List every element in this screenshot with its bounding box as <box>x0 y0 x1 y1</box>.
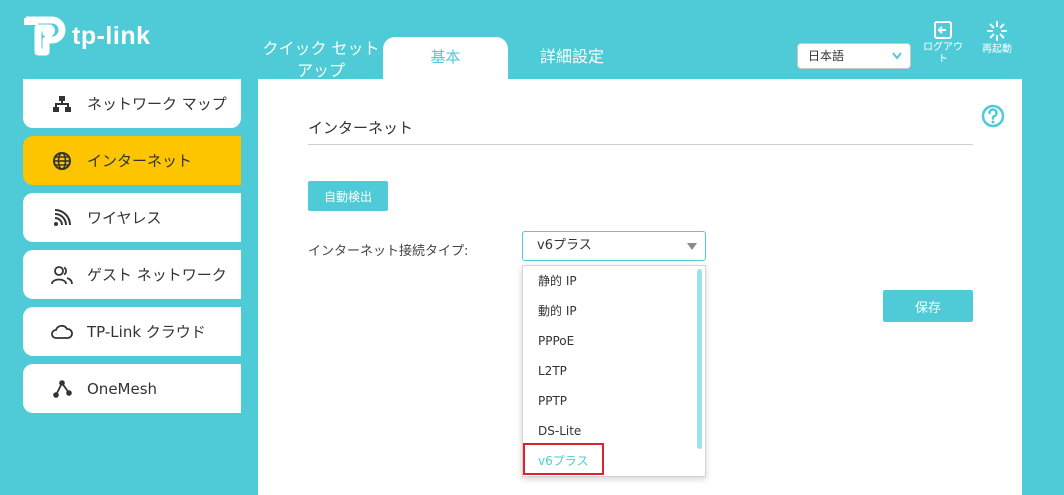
logout-label: ログアウ ト <box>923 42 963 65</box>
logout-button[interactable]: ログアウ ト <box>921 20 965 66</box>
sidebar-item-label: ネットワーク マップ <box>87 95 227 113</box>
dropdown-option-dynamic-ip[interactable]: 動的 IP <box>523 296 705 326</box>
connection-type-label: インターネット接続タイプ: <box>308 244 469 259</box>
sidebar-item-label: TP-Link クラウド <box>87 323 206 341</box>
save-button[interactable]: 保存 <box>883 290 973 322</box>
sidebar: ネットワーク マップ インターネット ワイヤレス ゲスト ネットワーク TP-L… <box>23 79 241 421</box>
tp-link-logo-icon <box>24 16 66 56</box>
sidebar-item-label: ゲスト ネットワーク <box>87 266 227 284</box>
language-select[interactable]: 日本語 <box>797 43 911 69</box>
language-value: 日本語 <box>808 49 845 63</box>
brand-name: tp-link <box>72 21 151 50</box>
page-title: インターネット <box>308 119 414 137</box>
connection-type-value: v6プラス <box>537 238 592 253</box>
wireless-icon <box>51 207 73 229</box>
sidebar-item-label: インターネット <box>87 152 193 170</box>
dropdown-option-static-ip[interactable]: 静的 IP <box>523 266 705 296</box>
sidebar-item-label: OneMesh <box>87 379 158 398</box>
tab-quick-setup[interactable]: クイック セット アップ <box>258 38 384 82</box>
sidebar-item-network-map[interactable]: ネットワーク マップ <box>23 79 241 128</box>
help-icon[interactable] <box>981 104 1005 132</box>
reboot-button[interactable]: 再起動 <box>975 20 1019 56</box>
network-map-icon <box>51 93 73 115</box>
sidebar-item-tp-link-cloud[interactable]: TP-Link クラウド <box>23 307 241 356</box>
dropdown-option-l2tp[interactable]: L2TP <box>523 356 705 386</box>
dropdown-scrollbar[interactable] <box>697 269 702 449</box>
globe-icon <box>51 150 73 172</box>
reboot-icon <box>987 21 1007 41</box>
title-divider <box>308 144 973 145</box>
reboot-label: 再起動 <box>982 44 1012 55</box>
sidebar-item-onemesh[interactable]: OneMesh <box>23 364 241 413</box>
cloud-icon <box>51 321 73 343</box>
mesh-icon <box>51 378 73 400</box>
tab-advanced[interactable]: 詳細設定 <box>508 46 636 68</box>
highlight-annotation <box>523 443 604 475</box>
logout-icon <box>934 21 952 39</box>
connection-type-select[interactable]: v6プラス <box>522 231 706 261</box>
tp-link-logo: tp-link <box>22 16 151 56</box>
dropdown-option-pptp[interactable]: PPTP <box>523 386 705 416</box>
main-panel: インターネット 自動検出 インターネット接続タイプ: v6プラス 静的 IP 動… <box>258 79 1022 495</box>
dropdown-arrow-icon <box>687 243 697 250</box>
sidebar-item-internet[interactable]: インターネット <box>23 136 241 185</box>
guest-users-icon <box>51 264 73 286</box>
auto-detect-button[interactable]: 自動検出 <box>308 181 388 211</box>
sidebar-item-wireless[interactable]: ワイヤレス <box>23 193 241 242</box>
tab-basic[interactable]: 基本 <box>383 37 508 81</box>
dropdown-option-pppoe[interactable]: PPPoE <box>523 326 705 356</box>
chevron-down-icon <box>892 44 902 76</box>
dropdown-option-ds-lite[interactable]: DS-Lite <box>523 416 705 446</box>
sidebar-item-guest-network[interactable]: ゲスト ネットワーク <box>23 250 241 299</box>
sidebar-item-label: ワイヤレス <box>87 209 162 227</box>
